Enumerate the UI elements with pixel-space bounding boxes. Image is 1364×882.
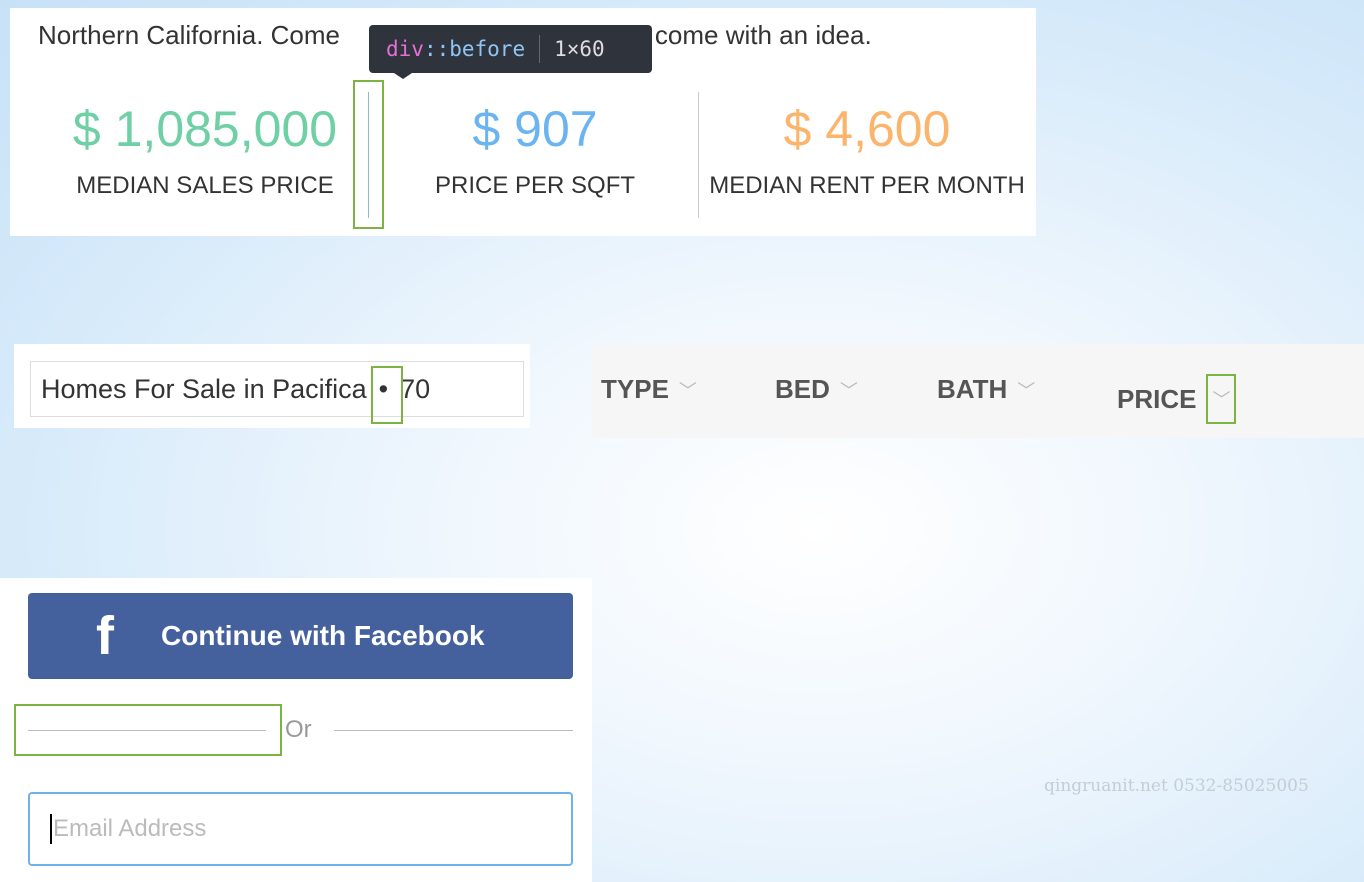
separator-dot: •: [370, 365, 403, 424]
or-label: Or: [285, 716, 312, 743]
facebook-login-label: Continue with Facebook: [161, 620, 485, 651]
devtools-tooltip: div::before 1×60: [369, 25, 652, 79]
email-input[interactable]: Email Address: [28, 792, 573, 866]
tooltip-pseudo: ::before: [423, 37, 526, 61]
filter-bar: TYPE ﹀ BED ﹀ BATH ﹀ PRICE ﹀: [592, 344, 1364, 438]
filter-bath[interactable]: BATH ﹀: [937, 374, 1035, 405]
chevron-down-icon: ﹀: [1017, 380, 1036, 401]
search-title: Homes For Sale in Pacifica: [41, 373, 367, 404]
or-divider-left: [28, 730, 266, 731]
facebook-icon: f: [96, 606, 114, 666]
intro-text: Northern California. Come: [38, 20, 341, 50]
median-rent-value: $ 4,600: [783, 101, 951, 157]
or-divider-right: [334, 730, 573, 731]
result-count: 70: [400, 373, 431, 404]
median-sales-price-label: MEDIAN SALES PRICE: [76, 172, 334, 199]
search-panel: Homes For Sale in Pacifica • 70: [14, 344, 530, 428]
price-per-sqft-value: $ 907: [472, 101, 598, 157]
highlight-box: [370, 365, 403, 424]
watermark: qingruanit.net 0532-85025005: [1044, 776, 1309, 796]
chevron-down-icon: ﹀: [1206, 374, 1237, 424]
price-per-sqft-label: PRICE PER SQFT: [434, 172, 636, 199]
median-rent-label: MEDIAN RENT PER MONTH: [709, 172, 1025, 199]
divider: [698, 92, 699, 218]
search-heading-box[interactable]: Homes For Sale in Pacifica • 70: [30, 361, 524, 424]
text-cursor: [50, 814, 52, 844]
facebook-login-button[interactable]: f Continue with Facebook: [28, 593, 573, 679]
tooltip-separator: [539, 35, 541, 63]
chevron-down-icon: ﹀: [678, 380, 697, 401]
median-sales-price-value: $ 1,085,000: [72, 101, 338, 157]
tooltip-tag: div: [386, 37, 424, 61]
chevron-down-icon: ﹀: [839, 380, 858, 401]
filter-type[interactable]: TYPE ﹀: [601, 374, 697, 405]
filter-price[interactable]: PRICE ﹀: [1117, 374, 1237, 424]
tooltip-size: 1×60: [554, 37, 605, 61]
divider: [368, 92, 369, 218]
login-panel: f Continue with Facebook Or Email Addres…: [0, 578, 592, 882]
email-placeholder: Email Address: [53, 815, 207, 842]
filter-bed[interactable]: BED ﹀: [775, 374, 858, 405]
